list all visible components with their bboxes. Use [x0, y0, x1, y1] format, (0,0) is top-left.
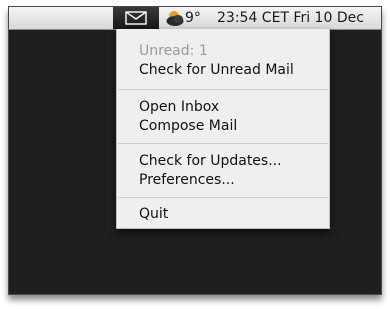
menu-separator — [118, 143, 328, 144]
weather-cloud-icon[interactable] — [165, 10, 185, 27]
temperature-label[interactable]: 9° — [185, 10, 201, 26]
menu-item-check-unread-mail[interactable]: Check for Unread Mail — [139, 61, 294, 79]
menu-item-check-for-updates[interactable]: Check for Updates... — [139, 152, 282, 170]
menu-item-preferences[interactable]: Preferences... — [139, 171, 235, 189]
menu-bar: 9° 23:54 CET Fri 10 Dec — [9, 7, 381, 30]
menu-item-quit[interactable]: Quit — [139, 205, 168, 223]
menubar-clock[interactable]: 23:54 CET Fri 10 Dec — [217, 10, 364, 26]
menu-item-compose-mail[interactable]: Compose Mail — [139, 117, 237, 135]
screenshot-frame: 9° 23:54 CET Fri 10 Dec Unread: 1 Check … — [8, 6, 382, 295]
mail-dropdown-menu: Unread: 1 Check for Unread Mail Open Inb… — [116, 29, 330, 229]
menu-item-open-inbox[interactable]: Open Inbox — [139, 98, 219, 116]
menu-separator — [118, 197, 328, 198]
menu-separator — [118, 89, 328, 90]
mail-status-item[interactable] — [113, 7, 159, 29]
envelope-icon — [125, 11, 147, 25]
menu-item-unread-count: Unread: 1 — [139, 43, 208, 59]
